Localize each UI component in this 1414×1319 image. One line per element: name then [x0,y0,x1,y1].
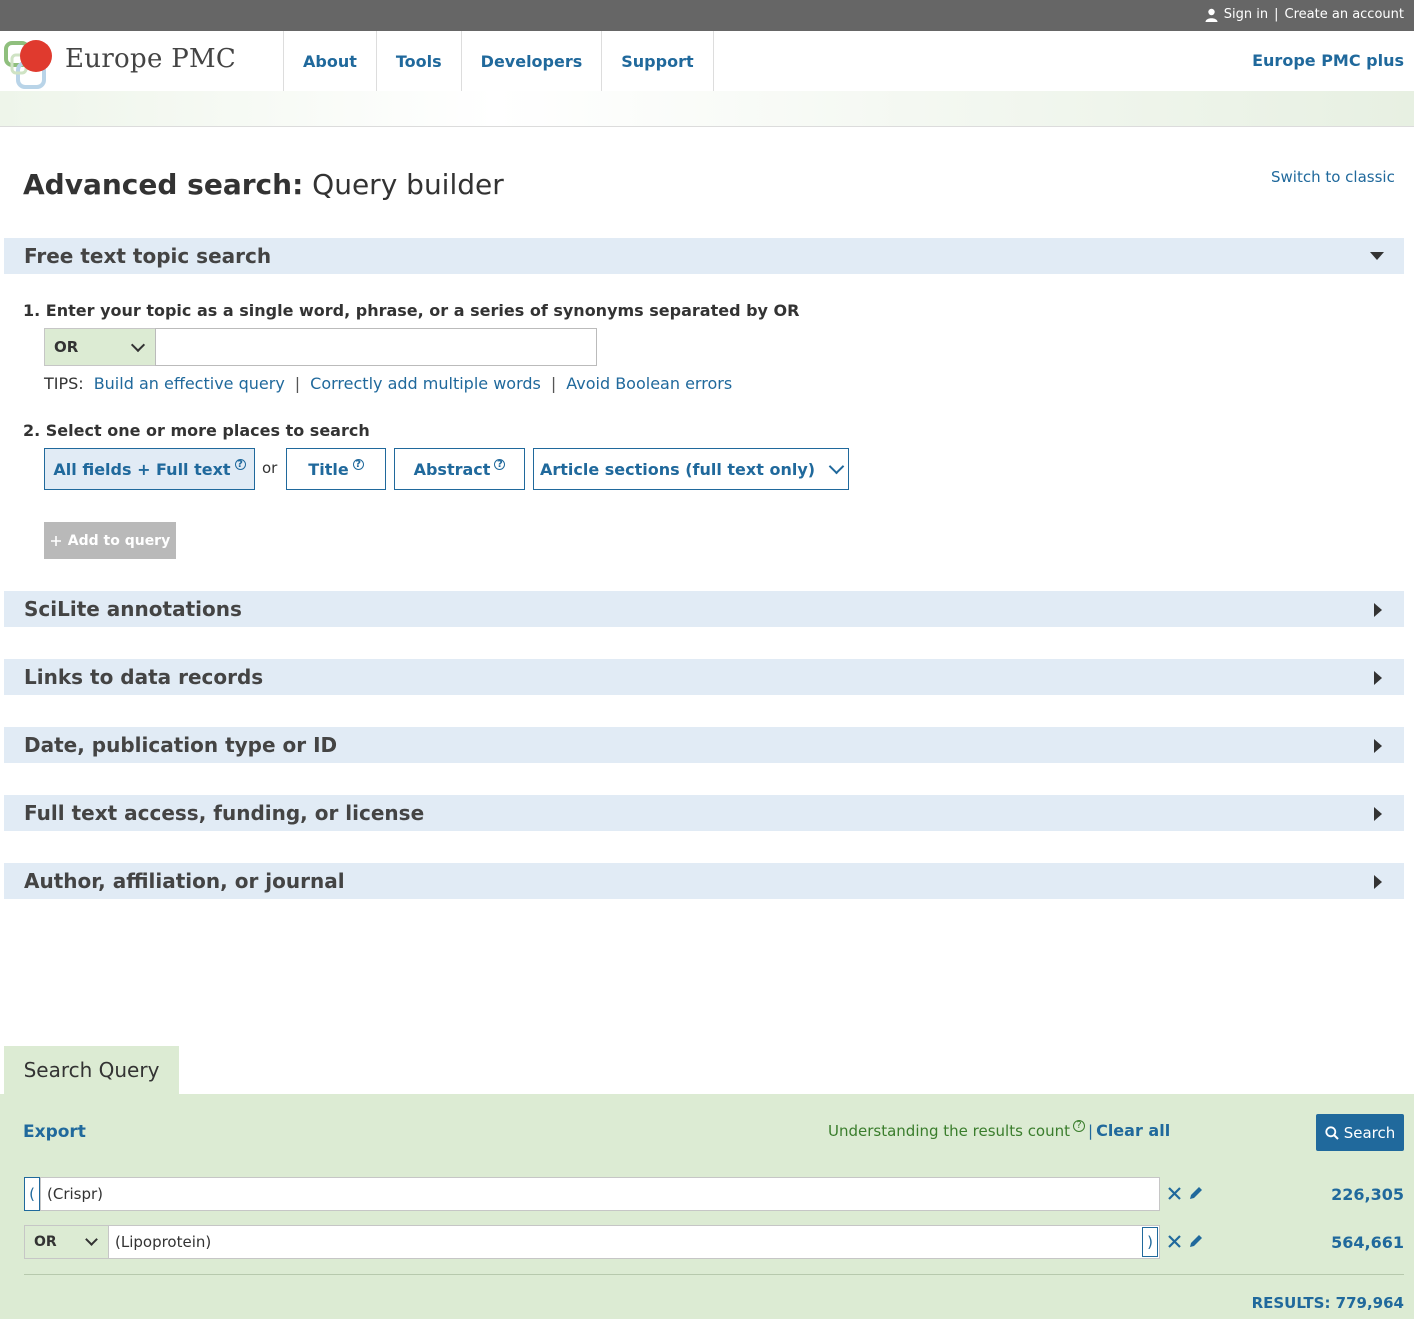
topic-operator-value: OR [54,338,79,356]
section-full-text-access-heading: Full text access, funding, or license [24,801,425,825]
close-parenthesis-toggle[interactable]: ) [1142,1227,1158,1257]
edit-pencil-icon[interactable] [1188,1233,1204,1249]
chevron-down-icon [85,1233,98,1246]
topic-input[interactable] [155,328,597,366]
section-full-text-access[interactable]: Full text access, funding, or license [4,795,1404,831]
switch-to-classic-link[interactable]: Switch to classic [1271,168,1395,186]
create-account-link[interactable]: Create an account [1285,7,1404,22]
search-query-tab[interactable]: Search Query [4,1046,179,1094]
page-title: Advanced search: Query builder [23,168,504,201]
open-parenthesis-toggle[interactable]: ( [24,1177,40,1211]
search-query-panel: Export Understanding the results count ?… [0,1094,1414,1319]
place-all-fields-button[interactable]: All fields + Full text ? [44,448,255,490]
remove-icon[interactable] [1167,1234,1182,1249]
section-author-affiliation-heading: Author, affiliation, or journal [24,869,345,893]
europe-pmc-plus-link[interactable]: Europe PMC plus [1252,51,1404,70]
search-button[interactable]: Search [1316,1114,1404,1151]
step-1-label: 1. Enter your topic as a single word, ph… [23,301,800,320]
query-row-operator-select[interactable]: OR [24,1225,109,1259]
place-abstract-button[interactable]: Abstract ? [394,448,525,490]
chevron-down-icon [828,458,845,474]
help-icon[interactable]: ? [352,458,364,470]
section-free-text[interactable]: Free text topic search [4,238,1404,274]
sign-in-link[interactable]: Sign in [1224,7,1268,22]
tips-separator: | [294,374,301,393]
query-row-input[interactable]: (Crispr) [40,1177,1160,1211]
add-to-query-button[interactable]: Add to query [44,522,176,559]
place-title-label: Title [308,459,349,479]
caret-right-icon [1374,603,1382,617]
section-date-type-id[interactable]: Date, publication type or ID [4,727,1404,763]
results-total: RESULTS: 779,964 [1251,1294,1404,1312]
top-account-bar: Sign in | Create an account [0,0,1414,31]
places-or-text: or [262,459,278,477]
section-data-links[interactable]: Links to data records [4,659,1404,695]
europe-pmc-logo-icon[interactable] [4,35,56,91]
user-icon [1205,8,1218,22]
tips-row: TIPS: Build an effective query | Correct… [44,374,732,393]
export-link[interactable]: Export [23,1122,86,1142]
nav-support[interactable]: Support [602,31,714,91]
caret-right-icon [1374,875,1382,889]
section-data-links-heading: Links to data records [24,665,264,689]
place-article-sections-dropdown[interactable]: Article sections (full text only) [533,448,849,490]
query-row-count: 564,661 [1331,1233,1404,1252]
nav-about[interactable]: About [284,31,377,91]
tips-separator: | [550,374,557,393]
help-icon[interactable]: ? [494,458,506,470]
clear-all-link[interactable]: Clear all [1096,1121,1170,1140]
edit-pencil-icon[interactable] [1188,1185,1204,1201]
query-row-actions [1167,1185,1204,1201]
caret-down-icon [1370,252,1384,260]
results-count-help: Understanding the results count ? | Clea… [828,1119,1170,1140]
place-article-sections-label: Article sections (full text only) [539,459,816,479]
main-nav: About Tools Developers Support [283,31,714,91]
step-2-label: 2. Select one or more places to search [23,421,370,440]
chevron-down-icon [130,337,146,353]
query-row-operator-value: OR [34,1234,57,1250]
tip-boolean-errors-link[interactable]: Avoid Boolean errors [566,374,732,393]
plus-icon [50,535,61,546]
results-count-help-link[interactable]: Understanding the results count [828,1122,1070,1140]
query-row-actions [1167,1233,1204,1249]
help-icon[interactable]: ? [1073,1119,1086,1132]
account-separator: | [1274,7,1279,22]
remove-icon[interactable] [1167,1186,1182,1201]
page-title-bold: Advanced search: [23,168,304,201]
place-title-button[interactable]: Title ? [286,448,386,490]
help-icon[interactable]: ? [234,458,246,470]
tip-multiple-words-link[interactable]: Correctly add multiple words [310,374,541,393]
header-banner [0,91,1414,127]
caret-right-icon [1374,807,1382,821]
add-to-query-label: Add to query [67,532,171,549]
search-icon [1325,1125,1339,1140]
site-logo-text[interactable]: Europe PMC [65,44,236,74]
section-free-text-heading: Free text topic search [24,244,272,268]
caret-right-icon [1374,739,1382,753]
account-links: Sign in | Create an account [1205,7,1404,22]
site-header: Europe PMC About Tools Developers Suppor… [0,31,1414,91]
query-row-input[interactable]: (Lipoprotein) [108,1225,1160,1259]
place-abstract-label: Abstract [413,459,491,479]
query-divider [24,1274,1404,1275]
section-date-type-id-heading: Date, publication type or ID [24,733,338,757]
topic-operator-select[interactable]: OR [44,328,156,366]
count-help-separator: | [1088,1121,1094,1140]
section-author-affiliation[interactable]: Author, affiliation, or journal [4,863,1404,899]
page-title-light: Query builder [312,168,504,201]
place-all-fields-label: All fields + Full text [53,459,231,479]
nav-developers[interactable]: Developers [462,31,603,91]
section-scilite-heading: SciLite annotations [24,597,242,621]
nav-tools[interactable]: Tools [377,31,462,91]
tip-effective-query-link[interactable]: Build an effective query [94,374,285,393]
tips-label: TIPS: [44,374,84,393]
section-scilite[interactable]: SciLite annotations [4,591,1404,627]
caret-right-icon [1374,671,1382,685]
search-button-label: Search [1343,1123,1396,1142]
query-row-count: 226,305 [1331,1185,1404,1204]
